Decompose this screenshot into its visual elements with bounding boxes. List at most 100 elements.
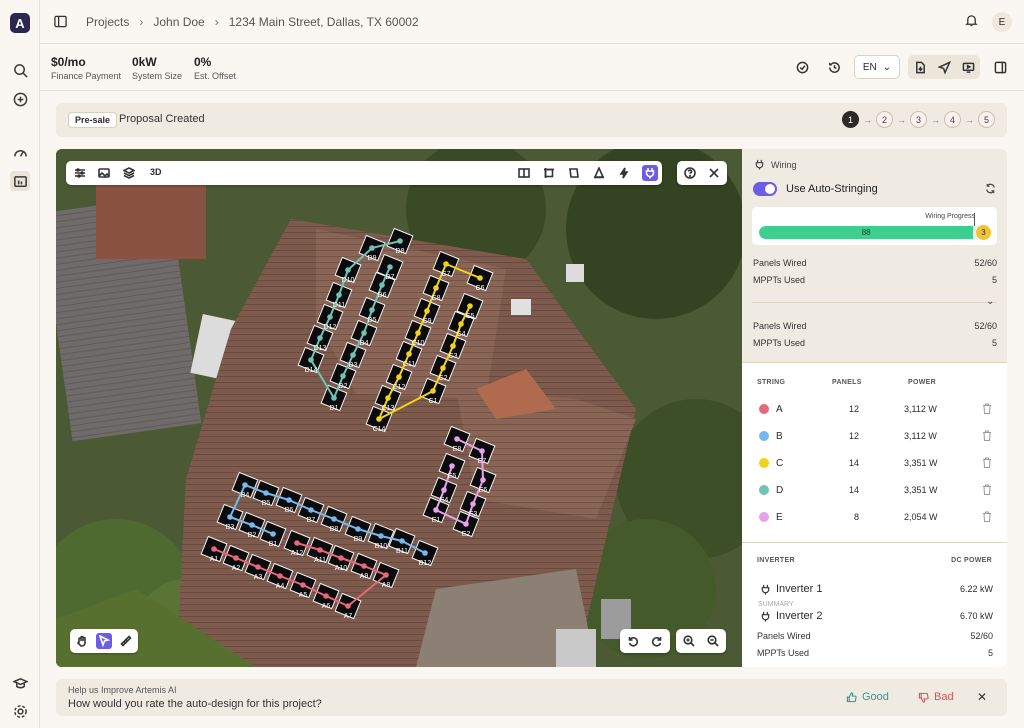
- zoom-controls: [676, 629, 726, 653]
- plug-icon: [761, 584, 770, 595]
- pointer-icon[interactable]: [96, 633, 112, 649]
- string-panels: 14: [848, 458, 859, 468]
- string-row[interactable]: D 14 3,351 W: [742, 480, 1007, 500]
- solar-layout[interactable]: D8 D9 D7 D10 D6 D11 D5 D12 D4 D13 D3 D14 D2 D1 C7 C6 C8 C…: [56, 149, 742, 667]
- step-3[interactable]: 3: [910, 111, 927, 128]
- panel-label: E5: [448, 473, 457, 480]
- trash-icon[interactable]: [982, 403, 992, 414]
- sidebar-toggle-icon[interactable]: [54, 15, 68, 29]
- trash-icon[interactable]: [982, 457, 992, 468]
- learn-icon[interactable]: [10, 673, 30, 693]
- hand-icon[interactable]: [74, 633, 90, 649]
- good-button[interactable]: Good: [846, 691, 889, 703]
- step-5[interactable]: 5: [978, 111, 995, 128]
- export-document-button[interactable]: [908, 55, 932, 79]
- panel-label: C6: [476, 285, 485, 292]
- string-row[interactable]: A 12 3,112 W: [742, 399, 1007, 419]
- summary-label: Panels Wired: [753, 321, 807, 331]
- panel-toggle-button[interactable]: [988, 55, 1012, 79]
- step-2[interactable]: 2: [876, 111, 893, 128]
- step-4[interactable]: 4: [944, 111, 961, 128]
- feedback-bar: Help us Improve Artemis AI How would you…: [56, 679, 1007, 716]
- close-icon[interactable]: [706, 165, 722, 181]
- plug-icon: [755, 159, 764, 170]
- breadcrumb-customer[interactable]: John Doe: [153, 15, 204, 29]
- panel-label: E2: [462, 531, 471, 538]
- 3d-toggle[interactable]: 3D: [150, 167, 162, 177]
- stat-value: 0kW: [132, 55, 157, 69]
- wire-node: [433, 285, 439, 291]
- breadcrumb-address: 1234 Main Street, Dallas, TX 60002: [228, 14, 419, 29]
- image-icon[interactable]: [96, 165, 112, 181]
- panel-label: C7: [442, 271, 451, 278]
- avatar[interactable]: E: [992, 12, 1012, 32]
- panel-label: B10: [375, 543, 388, 550]
- sliders-icon[interactable]: [72, 165, 88, 181]
- wiring-panel: Wiring Use Auto-Stringing Wiring Progres…: [742, 149, 1007, 667]
- split-view-icon[interactable]: [516, 165, 532, 181]
- map-canvas[interactable]: D8 D9 D7 D10 D6 D11 D5 D12 D4 D13 D3 D14 D2 D1 C7 C6 C8 C…: [56, 149, 742, 667]
- obstruction-icon[interactable]: [591, 165, 607, 181]
- auto-stringing-toggle[interactable]: [753, 182, 777, 196]
- settings-icon[interactable]: [10, 701, 30, 721]
- trash-icon[interactable]: [982, 430, 992, 441]
- frame-icon[interactable]: [541, 165, 557, 181]
- wire-node: [286, 497, 292, 503]
- stat-label: System Size: [132, 71, 183, 81]
- string-row[interactable]: E 8 2,054 W: [742, 507, 1007, 527]
- close-feedback-button[interactable]: ✕: [977, 690, 987, 704]
- left-rail: A: [0, 0, 40, 728]
- plug-icon[interactable]: [642, 165, 658, 181]
- wire-node: [345, 267, 351, 273]
- help-icon[interactable]: [682, 165, 698, 181]
- layers-icon[interactable]: [121, 165, 137, 181]
- summary-row: Panels Wired 52/60: [753, 321, 997, 331]
- trash-icon[interactable]: [982, 511, 992, 522]
- dashboard-icon[interactable]: [10, 143, 30, 163]
- step-1[interactable]: 1: [842, 111, 859, 128]
- history-button[interactable]: [822, 55, 846, 79]
- trash-icon[interactable]: [982, 484, 992, 495]
- col-header-string: STRING: [757, 379, 786, 386]
- wire-node: [424, 308, 430, 314]
- string-row[interactable]: B 12 3,112 W: [742, 426, 1007, 446]
- ruler-icon[interactable]: [118, 633, 134, 649]
- summary-label: MPPTs Used: [753, 275, 806, 285]
- wire-node: [331, 395, 337, 401]
- refresh-icon[interactable]: [985, 183, 996, 197]
- bell-icon[interactable]: [965, 14, 978, 30]
- wire-node: [443, 261, 449, 267]
- undo-redo: [620, 629, 670, 653]
- arrow-right-icon: →: [897, 114, 906, 125]
- stat-value: 0%: [194, 55, 212, 69]
- check-circle-button[interactable]: [790, 55, 814, 79]
- send-button[interactable]: [932, 55, 956, 79]
- chevron-down-icon[interactable]: ⌄: [986, 296, 994, 307]
- strings-table: STRING PANELS POWER A 12 3,112 W B 12 3,112 W…: [742, 362, 1007, 542]
- wire-node: [227, 514, 233, 520]
- inverter-row[interactable]: Inverter 1 6.22 kW: [742, 579, 1007, 599]
- string-row[interactable]: C 14 3,351 W: [742, 453, 1007, 473]
- zoom-in-icon[interactable]: [681, 633, 697, 649]
- breadcrumb-projects[interactable]: Projects: [86, 15, 129, 29]
- inverter-row[interactable]: Inverter 2 6.70 kW: [742, 606, 1007, 626]
- panel-label: D8: [396, 248, 405, 255]
- projects-icon[interactable]: [10, 171, 30, 191]
- string-power: 3,351 W: [904, 458, 938, 468]
- language-select[interactable]: EN ⌄: [854, 55, 900, 79]
- app-logo[interactable]: A: [10, 13, 30, 33]
- panel-label: D12: [324, 324, 337, 331]
- bad-button[interactable]: Bad: [918, 691, 954, 703]
- string-power: 3,112 W: [904, 404, 937, 414]
- polygon-icon[interactable]: [566, 165, 582, 181]
- stat-value: 52/60: [970, 631, 993, 641]
- redo-icon[interactable]: [649, 633, 665, 649]
- panel-label: E7: [478, 458, 487, 465]
- search-icon[interactable]: [10, 60, 30, 80]
- present-button[interactable]: [956, 55, 980, 79]
- lightning-icon[interactable]: [616, 165, 632, 181]
- undo-icon[interactable]: [625, 633, 641, 649]
- zoom-out-icon[interactable]: [705, 633, 721, 649]
- panel-label: C5: [466, 313, 475, 320]
- add-icon[interactable]: [10, 89, 30, 109]
